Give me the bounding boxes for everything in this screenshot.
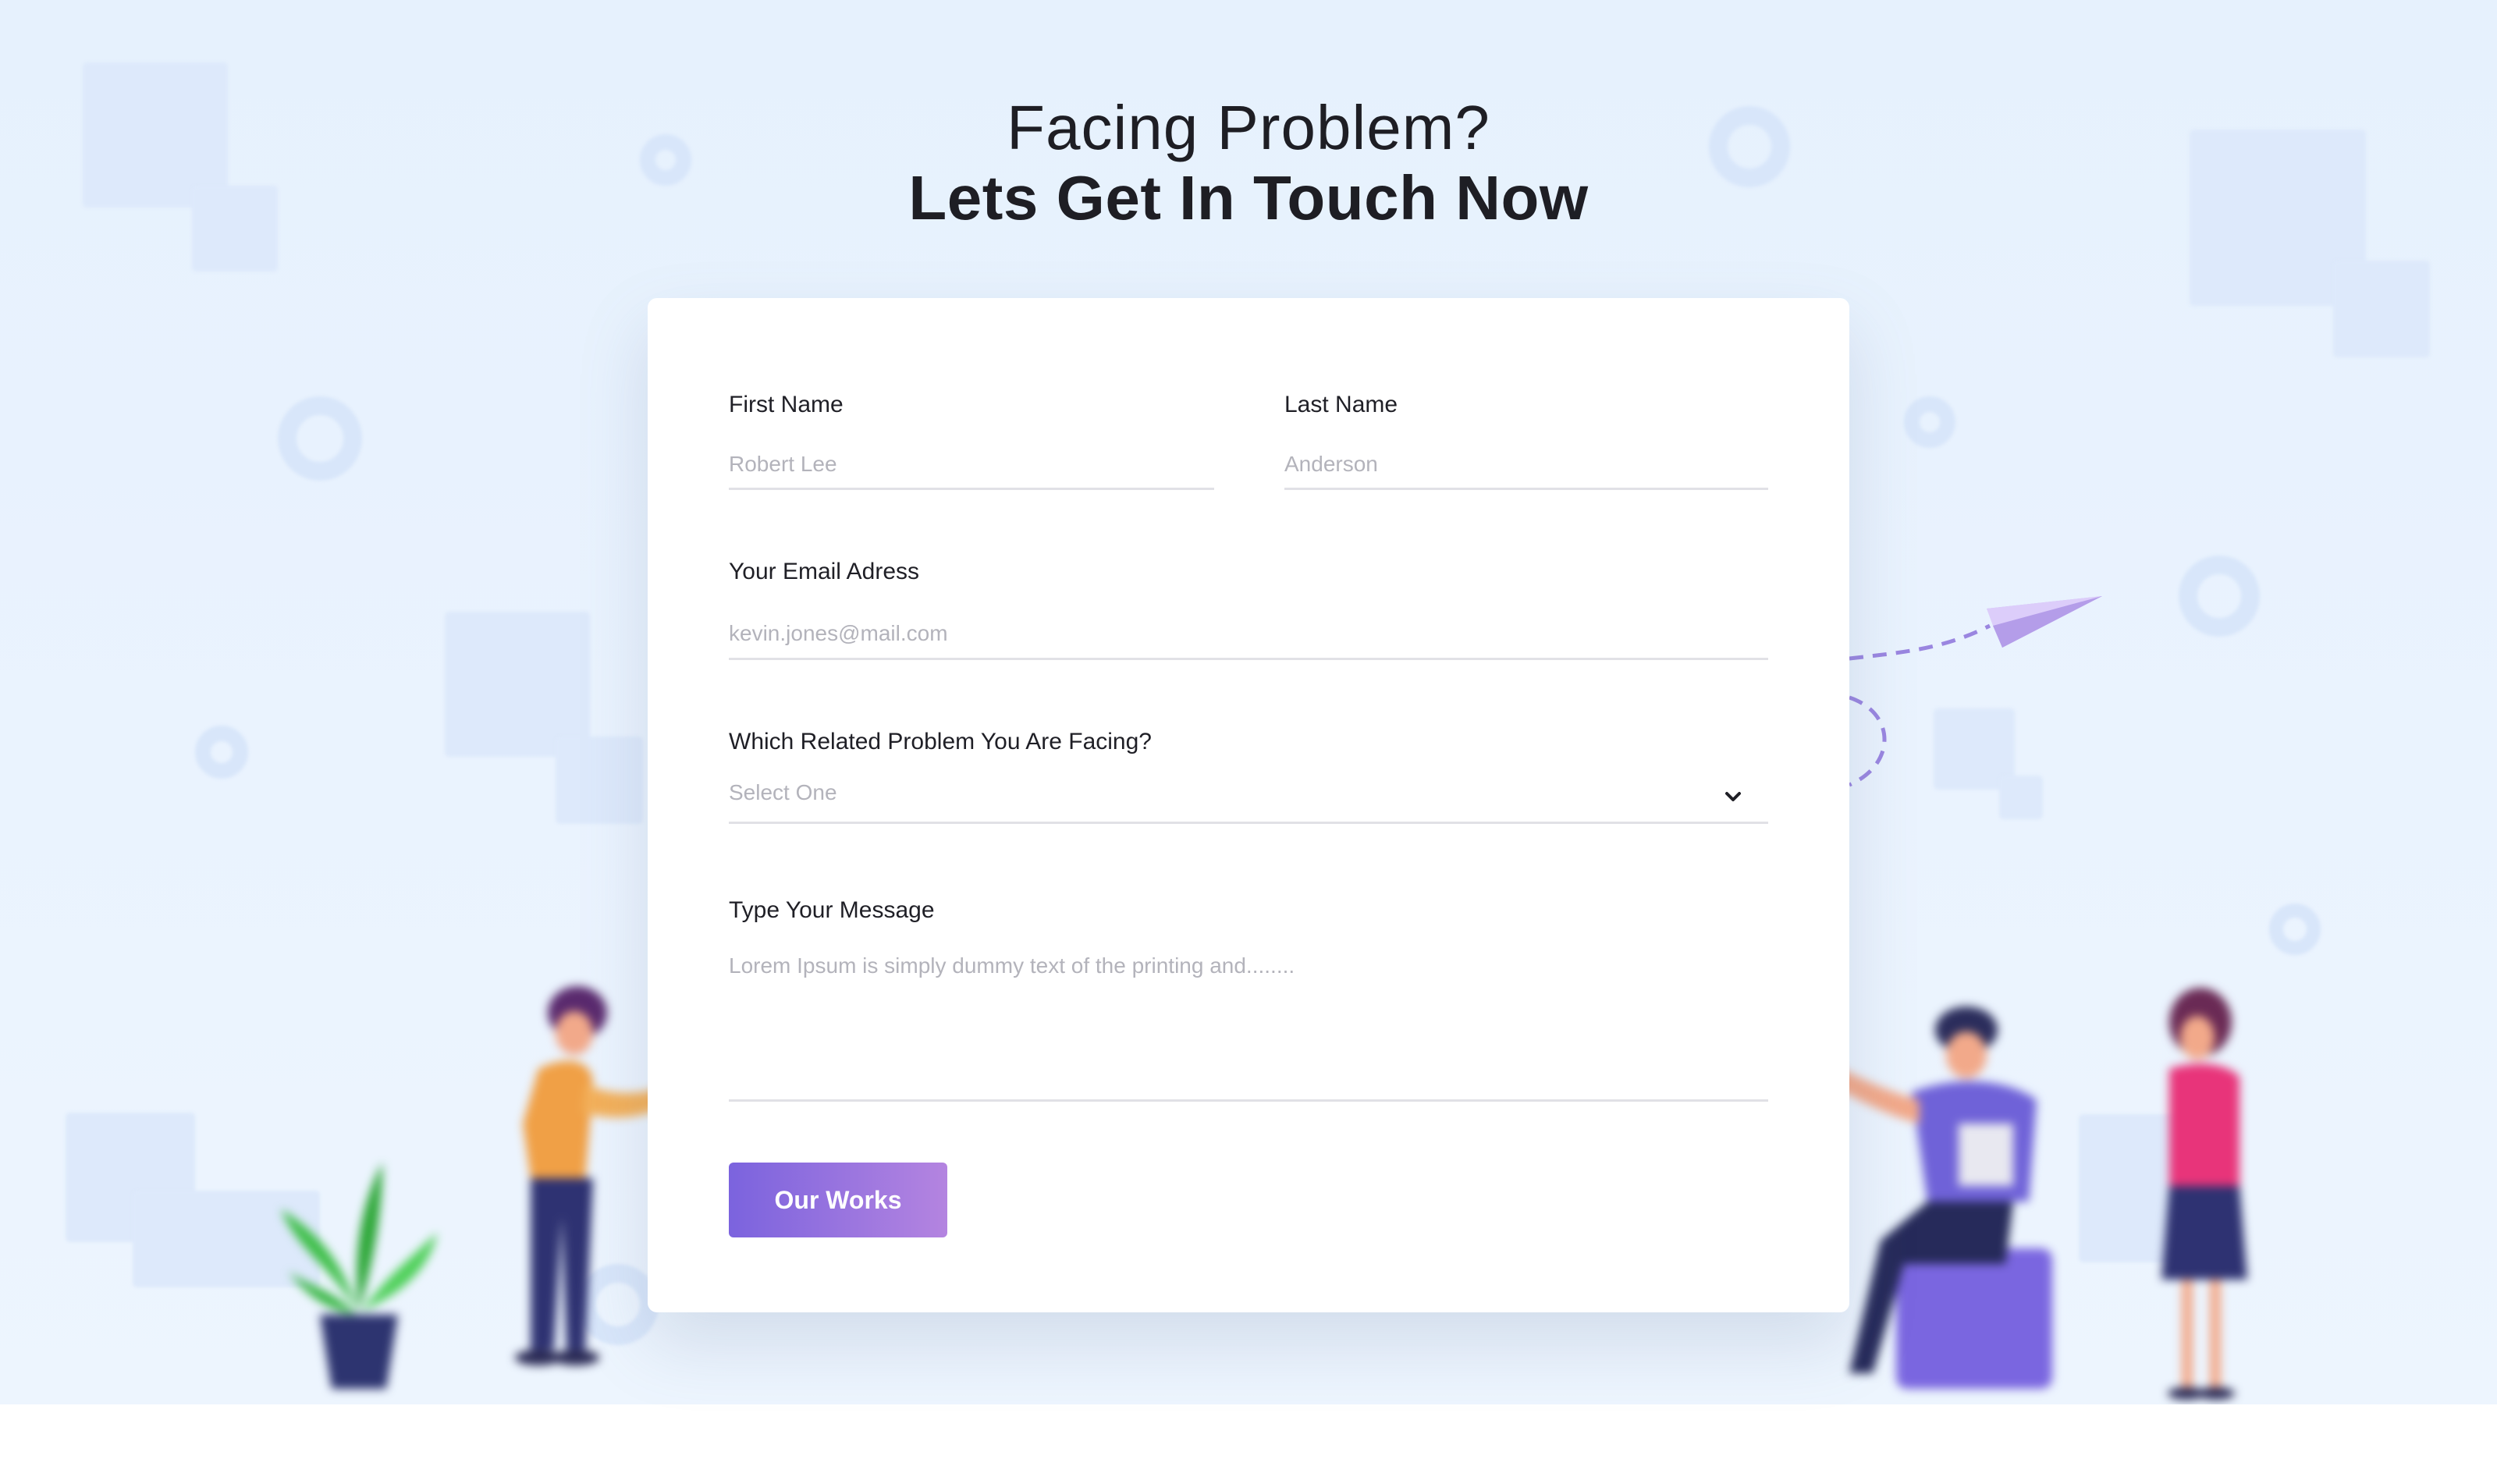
decor-ring [195, 726, 248, 779]
first-name-input[interactable] [729, 440, 1214, 490]
decor-ring [1904, 396, 1955, 448]
last-name-label: Last Name [1284, 392, 1398, 417]
page-title: Lets Get In Touch Now [908, 163, 1589, 233]
email-field: Your Email Adress [729, 559, 1768, 660]
problem-field: Which Related Problem You Are Facing? Se… [729, 729, 1768, 824]
decor-square [445, 612, 590, 757]
decor-ring [2269, 904, 2321, 955]
email-label: Your Email Adress [729, 559, 920, 584]
message-label: Type Your Message [729, 897, 935, 923]
person-sitting-illustration [1818, 1006, 2052, 1389]
problem-label: Which Related Problem You Are Facing? [729, 729, 1152, 754]
page-subtitle: Facing Problem? [1007, 93, 1490, 162]
submit-button[interactable]: Our Works [729, 1163, 947, 1237]
plant-illustration [281, 1163, 437, 1389]
first-name-label: First Name [729, 392, 844, 417]
last-name-input[interactable] [1284, 440, 1768, 490]
problem-select[interactable]: Select One [729, 776, 1768, 824]
decor-square [2333, 261, 2430, 357]
first-name-field: First Name [729, 392, 1214, 490]
message-field: Type Your Message [729, 897, 1768, 1102]
email-input[interactable] [729, 609, 1768, 660]
decor-ring [2179, 556, 2260, 637]
decor-ring [278, 396, 362, 481]
decor-square [556, 737, 643, 824]
problem-select-value: Select One [729, 780, 837, 804]
chevron-down-icon [1725, 792, 1741, 801]
woman-standing-illustration [2161, 988, 2247, 1400]
contact-form: First Name Last Name Your Email Adress W… [648, 298, 1849, 1312]
message-textarea[interactable] [729, 946, 1768, 1102]
last-name-field: Last Name [1284, 392, 1768, 490]
